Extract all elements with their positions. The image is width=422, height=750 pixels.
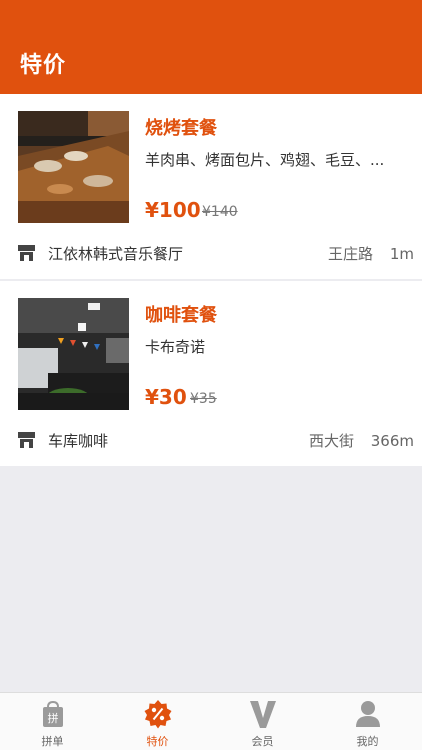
store-info-row[interactable]: 江依林韩式音乐餐厅 王庄路 1m [0,240,422,266]
tab-membership[interactable]: 会员 [210,693,315,750]
coffee-shop-photo [18,298,129,410]
store-distance: 1m [389,245,414,263]
deal-photo [18,111,129,223]
store-distance: 366m [370,432,414,450]
tab-label: 拼单 [41,735,64,748]
tab-deals[interactable]: 特价 [105,693,210,750]
bbq-restaurant-photo [18,111,129,223]
page-title: 特价 [20,53,67,78]
discount-badge-icon [144,700,172,729]
tab-label: 我的 [356,735,379,748]
tab-profile[interactable]: 我的 [315,693,420,750]
store-name: 车库咖啡 [48,432,109,450]
deal-description: 羊肉串、烤面包片、鸡翅、毛豆、... [145,151,385,169]
store-info-row[interactable]: 车库咖啡 西大街 366m [0,427,422,453]
storefront-icon [18,432,35,448]
store-street: 王庄路 [328,245,374,263]
bottom-tab-bar: 拼 拼单 特价 会员 我的 [0,692,422,750]
deal-card[interactable]: 烧烤套餐 羊肉串、烤面包片、鸡翅、毛豆、... ¥100 ¥140 江依林韩式音… [0,94,422,279]
tab-label: 会员 [251,735,274,748]
tab-label: 特价 [146,735,169,748]
deal-title: 烧烤套餐 [145,118,217,139]
user-profile-icon [356,701,380,727]
deal-photo [18,298,129,410]
deal-description: 卡布奇诺 [145,338,206,356]
deal-card[interactable]: 咖啡套餐 卡布奇诺 ¥30 ¥35 车库咖啡 西大街 366m [0,281,422,466]
svg-text:拼: 拼 [48,711,59,725]
deal-price: ¥30 [145,385,187,409]
vip-v-icon [250,701,276,728]
storefront-icon [18,245,35,261]
header-bar: 特价 [0,0,422,94]
deal-price: ¥100 [145,198,201,222]
original-price: ¥140 [202,204,238,220]
tab-group-buy[interactable]: 拼 拼单 [0,693,105,750]
store-location: 西大街 366m [309,430,414,451]
store-street: 西大街 [308,432,354,450]
store-location: 王庄路 1m [328,243,414,264]
deal-title: 咖啡套餐 [145,305,217,326]
original-price: ¥35 [190,391,217,407]
shopping-bag-icon: 拼 [43,700,63,727]
store-name: 江依林韩式音乐餐厅 [48,245,184,263]
